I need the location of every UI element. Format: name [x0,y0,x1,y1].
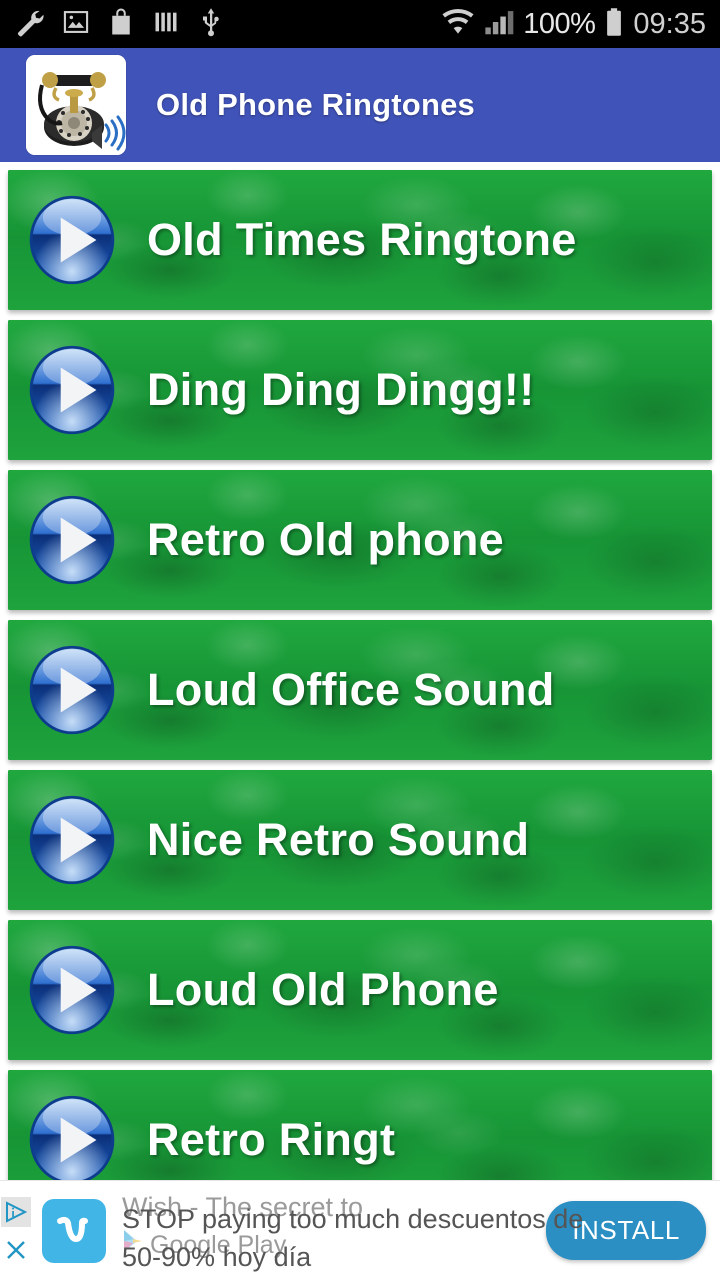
list-item-label: Old Times Ringtone [147,214,577,265]
photo-icon [62,8,90,41]
ad-text-area[interactable]: Wish - The secret to Google Play STOP pa… [122,1188,584,1276]
battery-full-icon [604,7,624,42]
play-button-icon[interactable] [25,943,119,1037]
list-item[interactable]: Old Times Ringtone [8,170,712,310]
shopping-bag-icon [108,7,134,42]
ad-headline: STOP paying too much descuentos de 50-90… [122,1200,584,1276]
ad-controls[interactable] [0,1181,32,1280]
list-item[interactable]: Nice Retro Sound [8,770,712,910]
list-item-label: Ding Ding Dingg!! [147,364,535,415]
battery-percent-label: 100% [523,7,596,40]
close-icon[interactable] [1,1234,31,1265]
app-bar: Old Phone Ringtones [0,48,720,162]
ad-banner[interactable]: Wish - The secret to Google Play STOP pa… [0,1180,720,1280]
list-item-label: Loud Office Sound [147,664,555,715]
adchoices-icon[interactable] [1,1196,31,1227]
play-button-icon[interactable] [25,793,119,887]
list-item[interactable]: Loud Office Sound [8,620,712,760]
ad-headline-line1: STOP paying too much descuentos de [122,1203,584,1234]
antique-phone-icon [26,55,126,155]
play-button-icon[interactable] [25,1093,119,1187]
play-button-icon[interactable] [25,493,119,587]
status-bar-left-icons [14,7,224,42]
wifi-icon [441,8,475,41]
wish-logo-icon[interactable] [42,1198,106,1263]
status-bar: 100% 09:35 [0,0,720,48]
list-item-label: Loud Old Phone [147,964,499,1015]
bars-icon [152,8,180,41]
ringtone-list[interactable]: Old Times Ringtone Ding Ding Dingg!! Ret… [0,162,720,1280]
play-button-icon[interactable] [25,193,119,287]
play-button-icon[interactable] [25,343,119,437]
cellular-signal-icon [484,8,514,41]
status-bar-right-icons: 100% 09:35 [441,7,706,42]
page-title: Old Phone Ringtones [156,87,475,122]
list-item-label: Retro Old phone [147,514,504,565]
list-item[interactable]: Ding Ding Dingg!! [8,320,712,460]
list-item[interactable]: Loud Old Phone [8,920,712,1060]
ad-headline-line2: 50-90% hoy día [122,1241,312,1272]
usb-icon [198,7,224,42]
wrench-icon [14,7,44,42]
list-item-label: Nice Retro Sound [147,814,530,865]
play-button-icon[interactable] [25,643,119,737]
clock-label: 09:35 [633,7,706,40]
list-item[interactable]: Retro Old phone [8,470,712,610]
list-item-label: Retro Ringt [147,1114,396,1165]
